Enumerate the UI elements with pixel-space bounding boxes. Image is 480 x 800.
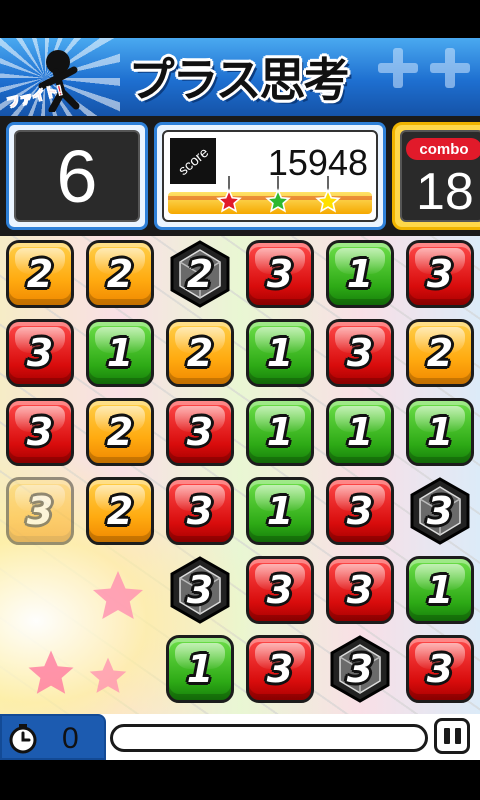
number-tile[interactable]: 3 — [166, 477, 234, 545]
tile-number: 2 — [106, 489, 134, 533]
number-tile[interactable]: 1 — [166, 635, 234, 703]
number-tile[interactable]: 3 — [6, 398, 74, 466]
yellow-star-icon — [315, 188, 341, 213]
number-tile[interactable]: 3 — [246, 240, 314, 308]
score-progress-bar — [168, 176, 372, 214]
number-tile[interactable]: 3 — [6, 477, 74, 545]
score-value: 15948 — [267, 142, 368, 183]
tile-number: 1 — [346, 252, 374, 296]
number-tile[interactable]: 2 — [6, 240, 74, 308]
plus-decoration-icon — [378, 48, 418, 88]
number-tile[interactable]: 2 — [86, 240, 154, 308]
tile-number: 2 — [106, 410, 134, 454]
tile-number: 3 — [266, 647, 294, 691]
number-tile[interactable]: 2 — [406, 319, 474, 387]
timer-value: 0 — [62, 722, 79, 755]
number-tile[interactable]: 3 — [326, 556, 394, 624]
green-star-icon — [265, 188, 291, 213]
number-tile[interactable]: 1 — [86, 319, 154, 387]
number-tile[interactable]: 1 — [406, 556, 474, 624]
tile-number: 3 — [26, 489, 54, 533]
tile-number: 1 — [346, 410, 374, 454]
tile-number: 2 — [186, 252, 214, 296]
moves-panel: 6 — [6, 122, 148, 230]
number-tile[interactable]: 3 — [166, 398, 234, 466]
number-tile[interactable]: 1 — [246, 477, 314, 545]
score-label: score — [170, 138, 216, 184]
tile-number: 1 — [266, 410, 294, 454]
moves-left-value: 6 — [14, 130, 140, 222]
number-tile[interactable]: 3 — [326, 477, 394, 545]
tile-number: 3 — [346, 489, 374, 533]
tile-number: 1 — [426, 568, 454, 612]
tile-number: 2 — [26, 252, 54, 296]
nav-bar — [0, 760, 480, 800]
tile-number: 3 — [346, 331, 374, 375]
tile-number: 3 — [186, 489, 214, 533]
tile-number: 1 — [266, 489, 294, 533]
tile-number: 2 — [186, 331, 214, 375]
time-progress-bar — [110, 724, 428, 752]
pink-star-decoration-icon — [28, 650, 74, 694]
number-tile[interactable]: 1 — [406, 398, 474, 466]
tile-number: 2 — [106, 252, 134, 296]
number-tile[interactable]: 2 — [86, 398, 154, 466]
number-tile[interactable]: 1 — [326, 398, 394, 466]
number-tile[interactable]: 1 — [246, 319, 314, 387]
number-tile[interactable]: 3 — [326, 319, 394, 387]
pause-button[interactable] — [434, 718, 470, 754]
hud: 6 score 15948 combo 18 — [0, 116, 480, 236]
hex-tile[interactable]: 3 — [406, 477, 474, 545]
number-tile[interactable]: 3 — [6, 319, 74, 387]
pink-star-decoration-icon — [93, 571, 143, 619]
pink-star-decoration-icon — [89, 657, 127, 693]
tile-number: 2 — [426, 331, 454, 375]
tile-number: 3 — [426, 647, 454, 691]
tile-number: 3 — [346, 647, 374, 691]
tile-number: 3 — [346, 568, 374, 612]
tile-number: 1 — [266, 331, 294, 375]
number-tile[interactable]: 2 — [86, 477, 154, 545]
combo-panel: combo 18 — [392, 122, 480, 230]
combo-value: 18 — [416, 163, 474, 221]
number-tile[interactable]: 2 — [166, 319, 234, 387]
combo-label: combo — [406, 138, 480, 160]
timer-box: 0 — [0, 714, 106, 760]
hex-tile[interactable]: 2 — [166, 240, 234, 308]
tile-number: 1 — [106, 331, 134, 375]
number-tile[interactable]: 1 — [326, 240, 394, 308]
title-banner: ファイト! プラス思考 — [0, 38, 480, 116]
number-tile[interactable]: 1 — [246, 398, 314, 466]
hex-tile[interactable]: 3 — [166, 556, 234, 624]
tile-number: 1 — [186, 647, 214, 691]
tile-number: 3 — [186, 568, 214, 612]
number-tile[interactable]: 3 — [406, 635, 474, 703]
clock-icon — [9, 724, 37, 754]
plus-decoration-icon — [430, 48, 470, 88]
number-tile[interactable]: 3 — [246, 635, 314, 703]
tile-number: 3 — [186, 410, 214, 454]
pause-icon — [443, 728, 450, 744]
red-star-icon — [216, 188, 242, 213]
hex-tile[interactable]: 3 — [326, 635, 394, 703]
game-board: 2 2 2 3 1 3 3 1 2 1 3 2 3 2 3 1 1 1 3 2 3 1 3 3 3 3 3 1 1 3 3 3 — [0, 236, 480, 714]
tile-number: 3 — [426, 252, 454, 296]
score-panel: score 15948 — [154, 122, 386, 230]
bottom-bar: 0 — [0, 714, 480, 760]
tile-number: 1 — [426, 410, 454, 454]
tile-number: 3 — [266, 252, 294, 296]
status-bar — [0, 0, 480, 38]
tile-number: 3 — [426, 489, 454, 533]
game-title: プラス思考 — [128, 53, 349, 107]
number-tile[interactable]: 3 — [406, 240, 474, 308]
tile-number: 3 — [26, 410, 54, 454]
tile-number: 3 — [266, 568, 294, 612]
number-tile[interactable]: 3 — [246, 556, 314, 624]
tile-number: 3 — [26, 331, 54, 375]
